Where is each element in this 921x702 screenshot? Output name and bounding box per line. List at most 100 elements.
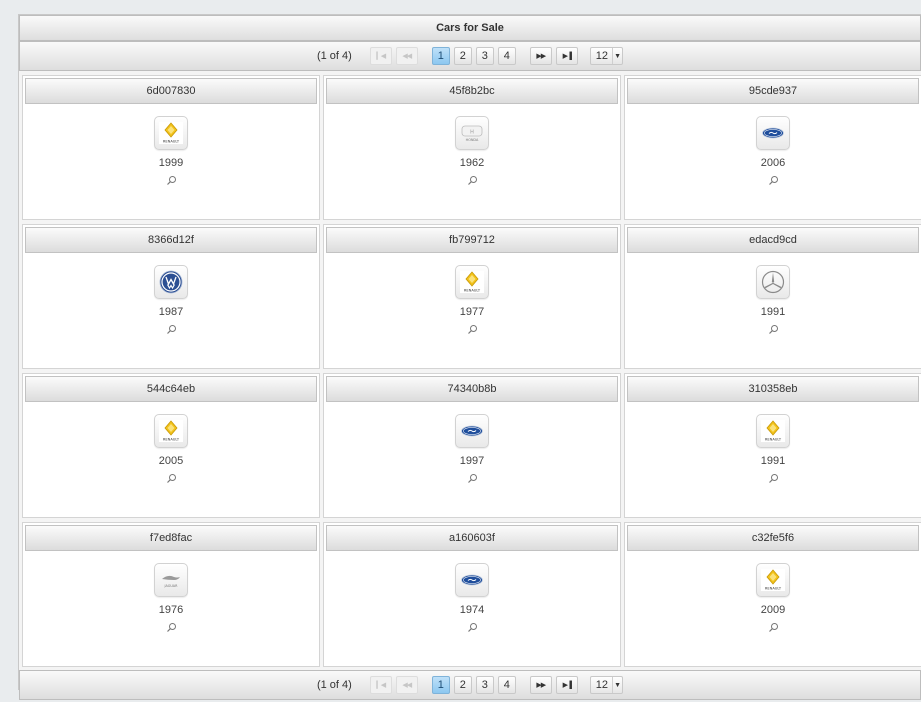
car-id: 8366d12f	[148, 234, 194, 246]
car-card: 95cde937 2006	[624, 75, 921, 220]
car-card-header: 6d007830	[25, 78, 317, 104]
magnifier-icon[interactable]	[767, 621, 779, 633]
car-card: 310358eb RENAULT 1991	[624, 373, 921, 518]
car-card: edacd9cd 1991	[624, 224, 921, 369]
car-id: 6d007830	[146, 85, 196, 97]
page-button-1[interactable]: 1	[431, 47, 450, 65]
car-card-header: 45f8b2bc	[326, 78, 618, 104]
car-year: 1997	[459, 455, 485, 467]
car-card-header: f7ed8fac	[25, 525, 317, 551]
car-card-header: 74340b8b	[326, 376, 618, 402]
brand-wordmark: JAGUAR	[164, 584, 179, 588]
car-card-header: 95cde937	[627, 78, 919, 104]
ford-logo-icon	[756, 116, 790, 150]
first-page-icon[interactable]: ▎◀	[369, 676, 392, 694]
last-page-icon[interactable]: ▶▐	[555, 47, 578, 65]
page-button-3[interactable]: 3	[475, 676, 494, 694]
ford-logo-icon	[455, 414, 489, 448]
car-grid: 6d007830 RENAULT 1999 45f8b2bc H HONDA 1…	[19, 71, 921, 670]
car-card-header: fb799712	[326, 227, 618, 253]
car-year: 1991	[760, 455, 786, 467]
magnifier-icon[interactable]	[466, 174, 478, 186]
rows-per-page-select[interactable]: 12 ▼	[589, 47, 624, 65]
car-card-header: 544c64eb	[25, 376, 317, 402]
car-id: 310358eb	[748, 383, 798, 395]
ford-logo-icon	[455, 563, 489, 597]
car-card-header: c32fe5f6	[627, 525, 919, 551]
rows-per-page-value: 12	[595, 50, 609, 62]
page-button-4[interactable]: 4	[497, 47, 516, 65]
next-page-icon[interactable]: ▶▶	[529, 47, 552, 65]
cars-datagrid: Cars for Sale (1 of 4) ▎◀ ◀◀ 1 2 3 4 ▶▶ …	[18, 14, 921, 700]
car-card: fb799712 RENAULT 1977	[323, 224, 621, 369]
magnifier-icon[interactable]	[165, 621, 177, 633]
renault-logo-icon: RENAULT	[756, 563, 790, 597]
next-page-icon[interactable]: ▶▶	[529, 676, 552, 694]
car-id: fb799712	[449, 234, 495, 246]
car-card: 544c64eb RENAULT 2005	[22, 373, 320, 518]
car-year: 1987	[158, 306, 184, 318]
honda-logo-icon: H HONDA	[455, 116, 489, 150]
paginator-top: (1 of 4) ▎◀ ◀◀ 1 2 3 4 ▶▶ ▶▐ 12 ▼	[19, 41, 921, 71]
car-card: 8366d12f 1987	[22, 224, 320, 369]
page-button-1[interactable]: 1	[431, 676, 450, 694]
brand-wordmark: RENAULT	[765, 587, 782, 591]
current-page-report: (1 of 4)	[316, 50, 352, 62]
magnifier-icon[interactable]	[466, 472, 478, 484]
page-button-2[interactable]: 2	[453, 676, 472, 694]
car-year: 1977	[459, 306, 485, 318]
car-card: 6d007830 RENAULT 1999	[22, 75, 320, 220]
previous-page-icon[interactable]: ◀◀	[395, 676, 418, 694]
volkswagen-logo-icon	[154, 265, 188, 299]
magnifier-icon[interactable]	[767, 472, 779, 484]
car-id: c32fe5f6	[751, 532, 795, 544]
magnifier-icon[interactable]	[466, 621, 478, 633]
chevron-down-icon[interactable]: ▼	[612, 677, 622, 693]
car-year: 2005	[158, 455, 184, 467]
car-card-header: edacd9cd	[627, 227, 919, 253]
last-page-icon[interactable]: ▶▐	[555, 676, 578, 694]
car-id: a160603f	[449, 532, 495, 544]
car-year: 2009	[760, 604, 786, 616]
page-button-3[interactable]: 3	[475, 47, 494, 65]
brand-wordmark: RENAULT	[163, 140, 180, 144]
chevron-down-icon[interactable]: ▼	[612, 48, 622, 64]
page-button-4[interactable]: 4	[497, 676, 516, 694]
magnifier-icon[interactable]	[165, 472, 177, 484]
page-button-2[interactable]: 2	[453, 47, 472, 65]
car-year: 1991	[760, 306, 786, 318]
previous-page-icon[interactable]: ◀◀	[395, 47, 418, 65]
car-id: edacd9cd	[749, 234, 797, 246]
magnifier-icon[interactable]	[767, 174, 779, 186]
jaguar-logo-icon: JAGUAR	[154, 563, 188, 597]
car-id: 45f8b2bc	[449, 85, 495, 97]
car-card: a160603f 1974	[323, 522, 621, 667]
magnifier-icon[interactable]	[466, 323, 478, 335]
brand-wordmark: HONDA	[466, 138, 479, 142]
car-card-header: a160603f	[326, 525, 618, 551]
car-year: 1999	[158, 157, 184, 169]
brand-wordmark: RENAULT	[464, 289, 481, 293]
magnifier-icon[interactable]	[165, 323, 177, 335]
car-card-header: 8366d12f	[25, 227, 317, 253]
renault-logo-icon: RENAULT	[154, 116, 188, 150]
rows-per-page-select[interactable]: 12 ▼	[589, 676, 624, 694]
car-card-header: 310358eb	[627, 376, 919, 402]
car-card: f7ed8fac JAGUAR 1976	[22, 522, 320, 667]
car-year: 1974	[459, 604, 485, 616]
renault-logo-icon: RENAULT	[455, 265, 489, 299]
brand-wordmark: RENAULT	[163, 438, 180, 442]
renault-logo-icon: RENAULT	[756, 414, 790, 448]
mercedes-logo-icon	[756, 265, 790, 299]
car-card: c32fe5f6 RENAULT 2009	[624, 522, 921, 667]
brand-wordmark: RENAULT	[765, 438, 782, 442]
car-year: 2006	[760, 157, 786, 169]
car-card: 45f8b2bc H HONDA 1962	[323, 75, 621, 220]
magnifier-icon[interactable]	[767, 323, 779, 335]
car-id: 95cde937	[748, 85, 798, 97]
first-page-icon[interactable]: ▎◀	[369, 47, 392, 65]
car-year: 1976	[158, 604, 184, 616]
svg-text:H: H	[470, 130, 474, 136]
current-page-report: (1 of 4)	[316, 679, 352, 691]
magnifier-icon[interactable]	[165, 174, 177, 186]
